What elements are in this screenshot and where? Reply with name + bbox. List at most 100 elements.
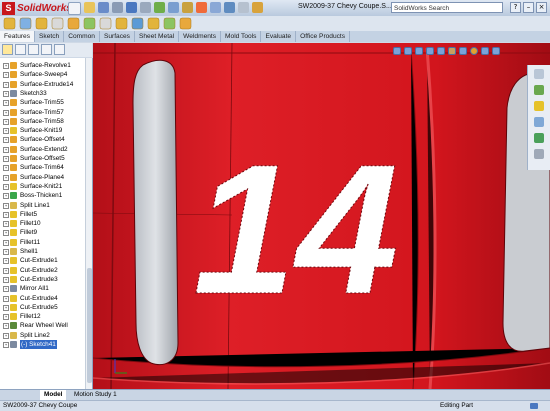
- view-settings-icon[interactable]: [492, 47, 500, 55]
- rebuild-icon[interactable]: [154, 2, 165, 13]
- feature-tree-item[interactable]: + Fillet5: [0, 210, 85, 219]
- zoom-area-icon[interactable]: [404, 47, 412, 55]
- feature-tree-item[interactable]: + Fillet9: [0, 228, 85, 237]
- car-model[interactable]: 14: [93, 43, 550, 389]
- tab-evaluate[interactable]: Evaluate: [261, 31, 297, 42]
- help-icon[interactable]: ?: [510, 2, 521, 13]
- property-manager-tab-icon[interactable]: [15, 44, 26, 55]
- feature-tree-item[interactable]: + Surface-Extrude14: [0, 80, 85, 89]
- feature-tree-item[interactable]: + Sketch33: [0, 89, 85, 98]
- expand-toggle-icon[interactable]: +: [3, 239, 9, 246]
- expand-toggle-icon[interactable]: +: [3, 286, 9, 293]
- edit-appearance-icon[interactable]: [470, 47, 478, 55]
- toolbox-icon[interactable]: [196, 2, 207, 13]
- new-icon[interactable]: [68, 2, 81, 15]
- tab-common[interactable]: Common: [64, 31, 100, 42]
- feature-tree-item[interactable]: + (-) Sketch41: [0, 340, 85, 349]
- view-icon[interactable]: [224, 2, 235, 13]
- expand-toggle-icon[interactable]: +: [3, 221, 9, 228]
- expand-toggle-icon[interactable]: +: [3, 314, 9, 321]
- display-style-icon[interactable]: [448, 47, 456, 55]
- tab-motion-study-1[interactable]: Motion Study 1: [70, 390, 121, 400]
- feature-tree-item[interactable]: + Surface-Trim64: [0, 163, 85, 172]
- search-results-icon[interactable]: [534, 117, 544, 127]
- previous-view-icon[interactable]: [415, 47, 423, 55]
- feature-tree-item[interactable]: + Shell1: [0, 247, 85, 256]
- section-view-icon[interactable]: [426, 47, 434, 55]
- expand-toggle-icon[interactable]: +: [3, 90, 9, 97]
- scrollbar-thumb[interactable]: [87, 268, 92, 383]
- tab-weldments[interactable]: Weldments: [179, 31, 222, 42]
- feature-tree-item[interactable]: + Surface-Knit21: [0, 182, 85, 191]
- feature-tree-item[interactable]: + Fillet10: [0, 219, 85, 228]
- feature-tree-item[interactable]: + Surface-Extend2: [0, 145, 85, 154]
- expand-toggle-icon[interactable]: +: [3, 174, 9, 181]
- open-icon[interactable]: [84, 2, 95, 13]
- appearances-icon[interactable]: [534, 149, 544, 159]
- print-icon[interactable]: [112, 2, 123, 13]
- expand-toggle-icon[interactable]: +: [3, 202, 9, 209]
- expand-toggle-icon[interactable]: +: [3, 342, 9, 348]
- expand-toggle-icon[interactable]: +: [3, 295, 9, 302]
- close-button[interactable]: ×: [536, 2, 547, 13]
- feature-tree-tab-icon[interactable]: [2, 44, 13, 55]
- expand-toggle-icon[interactable]: +: [3, 332, 9, 339]
- feature-tree-scrollbar[interactable]: [85, 58, 92, 389]
- feature-tree-item[interactable]: + Cut-Extrude3: [0, 275, 85, 284]
- settings-icon[interactable]: [238, 2, 249, 13]
- feature-tree-item[interactable]: + Surface-Trim58: [0, 117, 85, 126]
- feature-tree-item[interactable]: + Cut-Extrude5: [0, 303, 85, 312]
- expand-toggle-icon[interactable]: +: [3, 118, 9, 125]
- feature-tree-item[interactable]: + Surface-Offset5: [0, 154, 85, 163]
- search-input[interactable]: SolidWorks Search: [391, 2, 503, 13]
- feature-tree-item[interactable]: + Mirror All1: [0, 284, 85, 293]
- feature-tree-item[interactable]: + Surface-Trim55: [0, 98, 85, 107]
- options-icon[interactable]: [182, 2, 193, 13]
- expand-toggle-icon[interactable]: +: [3, 165, 9, 172]
- expand-toggle-icon[interactable]: +: [3, 156, 9, 162]
- expand-toggle-icon[interactable]: +: [3, 100, 9, 107]
- expand-toggle-icon[interactable]: +: [3, 128, 9, 135]
- solidworks-resources-icon[interactable]: [534, 69, 544, 79]
- toolbar-icons[interactable]: [0, 16, 550, 31]
- design-library-icon[interactable]: [534, 85, 544, 95]
- select-icon[interactable]: [140, 2, 151, 13]
- expand-toggle-icon[interactable]: +: [3, 72, 9, 79]
- feature-tree-item[interactable]: + Surface-Knit19: [0, 126, 85, 135]
- dimxpert-tab-icon[interactable]: [41, 44, 52, 55]
- expand-toggle-icon[interactable]: +: [3, 211, 9, 218]
- configuration-manager-tab-icon[interactable]: [28, 44, 39, 55]
- expand-toggle-icon[interactable]: +: [3, 109, 9, 116]
- expand-toggle-icon[interactable]: +: [3, 230, 9, 237]
- expand-toggle-icon[interactable]: +: [3, 276, 9, 283]
- tab-features[interactable]: Features: [0, 31, 36, 42]
- tab-model[interactable]: Model: [40, 390, 67, 400]
- lock-icon[interactable]: [252, 2, 263, 13]
- expand-toggle-icon[interactable]: +: [3, 193, 9, 200]
- status-help-icon[interactable]: [530, 403, 538, 409]
- feature-tree-item[interactable]: + Surface-Trim57: [0, 108, 85, 117]
- feature-tree-item[interactable]: + Cut-Extrude1: [0, 256, 85, 265]
- tab-office-products[interactable]: Office Products: [296, 31, 351, 42]
- file-properties-icon[interactable]: [168, 2, 179, 13]
- scenes-icon[interactable]: [481, 47, 489, 55]
- feature-tree-item[interactable]: + Surface-Offset4: [0, 135, 85, 144]
- feature-tree-item[interactable]: + Boss-Thicken1: [0, 191, 85, 200]
- hide-show-items-icon[interactable]: [459, 47, 467, 55]
- feature-tree-item[interactable]: + Rear Wheel Well: [0, 321, 85, 330]
- tab-sheet-metal[interactable]: Sheet Metal: [135, 31, 180, 42]
- feature-tree-item[interactable]: + Surface-Plane4: [0, 173, 85, 182]
- expand-toggle-icon[interactable]: +: [3, 304, 9, 311]
- tab-surfaces[interactable]: Surfaces: [100, 31, 135, 42]
- file-explorer-icon[interactable]: [534, 101, 544, 111]
- feature-tree-item[interactable]: + Surface-Sweep4: [0, 70, 85, 79]
- feature-tree-item[interactable]: + Surface-Revolve1: [0, 61, 85, 70]
- solidworks-logo[interactable]: S SolidWorks: [2, 1, 72, 15]
- graphics-area[interactable]: 14: [93, 43, 550, 389]
- expand-toggle-icon[interactable]: +: [3, 63, 9, 69]
- design-library-icon[interactable]: [210, 2, 221, 13]
- feature-tree-item[interactable]: + Fillet12: [0, 312, 85, 321]
- feature-tree-item[interactable]: + Split Line2: [0, 331, 85, 340]
- feature-tree-item[interactable]: + Fillet11: [0, 238, 85, 247]
- expand-toggle-icon[interactable]: +: [3, 137, 9, 144]
